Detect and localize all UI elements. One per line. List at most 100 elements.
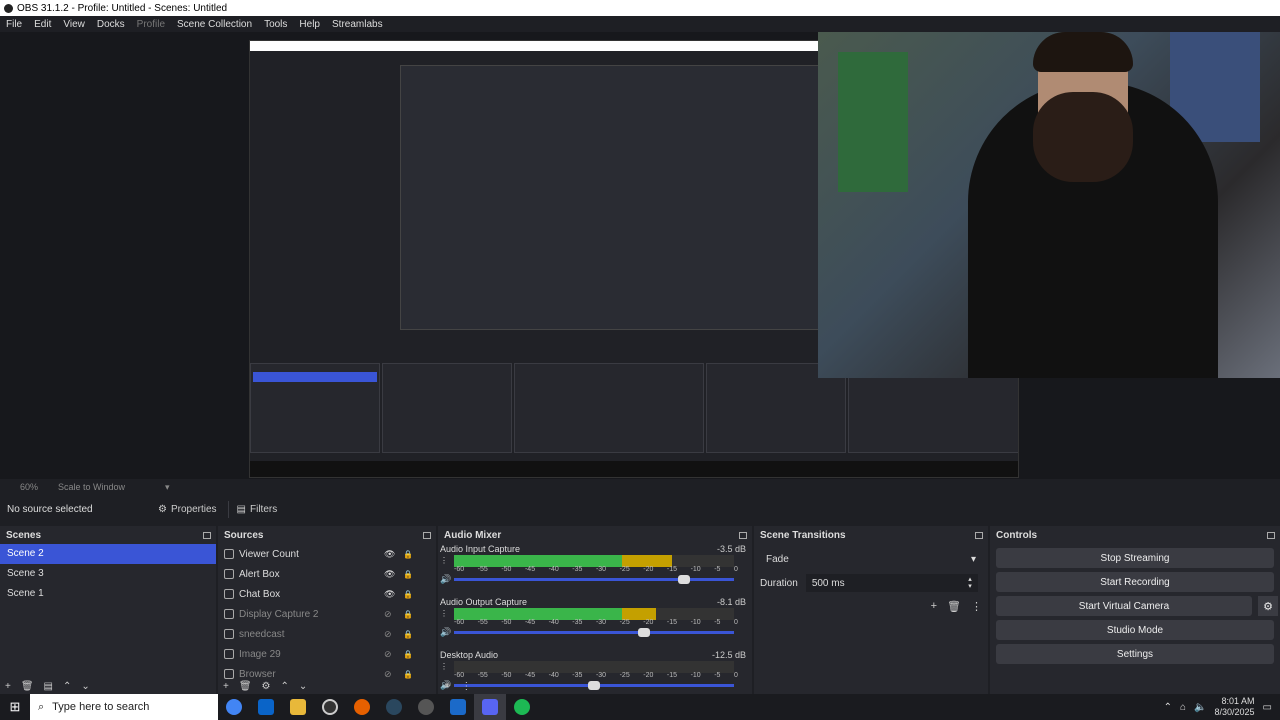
lock-icon[interactable]: 🔒 <box>403 670 413 679</box>
eye-icon[interactable]: 👁 <box>384 589 395 600</box>
eye-slash-icon[interactable]: ⊘ <box>384 629 392 640</box>
source-item[interactable]: Image 29 ⊘ 🔒 <box>218 644 436 664</box>
virtual-camera-settings-icon[interactable]: ⚙ <box>1258 596 1278 616</box>
float-dock-icon[interactable] <box>739 531 747 539</box>
eye-slash-icon[interactable]: ⊘ <box>384 649 392 660</box>
app-icon[interactable] <box>442 694 474 720</box>
move-up-icon[interactable]: ⌃ <box>281 681 289 692</box>
float-dock-icon[interactable] <box>975 531 983 539</box>
menu-tools[interactable]: Tools <box>258 19 293 30</box>
move-up-icon[interactable]: ⌃ <box>63 681 71 692</box>
lock-icon[interactable]: 🔒 <box>403 610 413 619</box>
start-virtual-camera-button[interactable]: Start Virtual Camera ⚙ <box>996 596 1278 616</box>
add-scene-icon[interactable]: + <box>5 681 11 692</box>
volume-slider[interactable] <box>454 681 734 690</box>
speaker-icon[interactable]: 🔊 <box>440 627 451 638</box>
channel-menu-icon[interactable]: ⋮ <box>440 662 448 671</box>
search-placeholder: Type here to search <box>52 701 150 713</box>
source-type-icon <box>224 609 234 619</box>
volume-slider[interactable] <box>454 575 734 584</box>
menu-view[interactable]: View <box>57 19 91 30</box>
lock-icon[interactable]: 🔒 <box>403 550 413 559</box>
spin-arrows-icon[interactable]: ▴ ▾ <box>968 576 972 590</box>
menu-profile[interactable]: Profile <box>131 19 171 30</box>
add-transition-icon[interactable]: + <box>931 600 937 613</box>
remove-scene-icon[interactable]: 🗑 <box>21 681 34 692</box>
channel-menu-icon[interactable]: ⋮ <box>440 556 448 565</box>
transition-select[interactable]: Fade ▾ <box>760 550 982 568</box>
volume-slider[interactable] <box>454 628 734 637</box>
source-properties-icon[interactable]: ⚙ <box>262 681 271 692</box>
tray-chevron-icon[interactable]: ⌃ <box>1164 702 1172 713</box>
mixer-menu-icon[interactable]: ⋮ <box>461 681 471 692</box>
zoom-level[interactable]: 60% <box>20 482 38 492</box>
scene-filters-icon[interactable]: ▤ <box>44 681 53 692</box>
taskbar-search[interactable]: ⌕ Type here to search <box>30 694 218 720</box>
menu-scene-collection[interactable]: Scene Collection <box>171 19 258 30</box>
lock-icon[interactable]: 🔒 <box>403 570 413 579</box>
float-dock-icon[interactable] <box>423 531 431 539</box>
volume-knob[interactable] <box>677 575 690 584</box>
lock-icon[interactable]: 🔒 <box>403 590 413 599</box>
eye-icon[interactable]: 👁 <box>384 549 395 560</box>
settings-button[interactable]: Settings <box>996 644 1274 664</box>
properties-button[interactable]: ⚙ Properties <box>150 501 225 518</box>
filters-button[interactable]: ▤ Filters <box>227 500 286 518</box>
menu-docks[interactable]: Docks <box>91 19 131 30</box>
chrome-icon[interactable] <box>218 694 250 720</box>
float-dock-icon[interactable] <box>203 531 211 539</box>
lock-icon[interactable]: 🔒 <box>403 630 413 639</box>
scene-item[interactable]: Scene 1 <box>0 584 216 604</box>
network-icon[interactable]: ⌂ <box>1180 702 1186 713</box>
scale-dropdown-icon[interactable]: ▾ <box>165 482 170 493</box>
spotify-icon[interactable] <box>506 694 538 720</box>
source-item[interactable]: Display Capture 2 ⊘ 🔒 <box>218 604 436 624</box>
source-item[interactable]: Chat Box 👁 🔒 <box>218 584 436 604</box>
studio-mode-button[interactable]: Studio Mode <box>996 620 1274 640</box>
notification-icon[interactable]: ▭ <box>1263 702 1272 713</box>
move-down-icon[interactable]: ⌄ <box>299 681 307 692</box>
menu-edit[interactable]: Edit <box>28 19 57 30</box>
start-recording-button[interactable]: Start Recording <box>996 572 1274 592</box>
source-item[interactable]: Alert Box 👁 🔒 <box>218 564 436 584</box>
menu-file[interactable]: File <box>0 19 28 30</box>
stop-streaming-button[interactable]: Stop Streaming <box>996 548 1274 568</box>
remove-transition-icon[interactable]: 🗑 <box>947 600 961 613</box>
source-item[interactable]: Viewer Count 👁 🔒 <box>218 544 436 564</box>
file-explorer-icon[interactable] <box>282 694 314 720</box>
channel-name: Audio Input Capture <box>440 544 521 554</box>
speaker-icon[interactable]: 🔊 <box>440 574 451 585</box>
discord-icon[interactable] <box>474 694 506 720</box>
menu-streamlabs[interactable]: Streamlabs <box>326 19 389 30</box>
eye-slash-icon[interactable]: ⊘ <box>384 669 392 680</box>
lock-icon[interactable]: 🔒 <box>403 650 413 659</box>
remove-source-icon[interactable]: 🗑 <box>239 681 252 692</box>
windows-start-icon[interactable]: ⊞ <box>0 699 30 715</box>
volume-knob[interactable] <box>588 681 600 690</box>
scene-item[interactable]: Scene 2 <box>0 544 216 564</box>
scale-mode[interactable]: Scale to Window <box>58 482 125 492</box>
transition-menu-icon[interactable]: ⋮ <box>971 600 982 613</box>
move-down-icon[interactable]: ⌄ <box>81 681 89 692</box>
preview-canvas[interactable] <box>0 32 1280 479</box>
steam-icon[interactable] <box>378 694 410 720</box>
scale-tick-label: -60 <box>454 566 465 573</box>
settings-app-icon[interactable] <box>410 694 442 720</box>
eye-slash-icon[interactable]: ⊘ <box>384 609 392 620</box>
scene-item[interactable]: Scene 3 <box>0 564 216 584</box>
duration-spinbox[interactable]: 500 ms ▴ ▾ <box>805 574 978 592</box>
scale-tick-label: 0 <box>733 672 738 679</box>
firefox-icon[interactable] <box>346 694 378 720</box>
outlook-icon[interactable] <box>250 694 282 720</box>
obs-taskbar-icon[interactable] <box>314 694 346 720</box>
add-source-icon[interactable]: + <box>223 681 229 692</box>
float-dock-icon[interactable] <box>1267 531 1275 539</box>
channel-menu-icon[interactable]: ⋮ <box>440 609 448 618</box>
volume-icon[interactable]: 🔈 <box>1194 702 1206 713</box>
menu-help[interactable]: Help <box>293 19 326 30</box>
eye-icon[interactable]: 👁 <box>384 569 395 580</box>
source-item[interactable]: sneedcast ⊘ 🔒 <box>218 624 436 644</box>
clock[interactable]: 8:01 AM 8/30/2025 <box>1215 696 1255 718</box>
mixer-link-icon[interactable]: ⚭ <box>443 681 451 692</box>
volume-knob[interactable] <box>638 628 651 637</box>
